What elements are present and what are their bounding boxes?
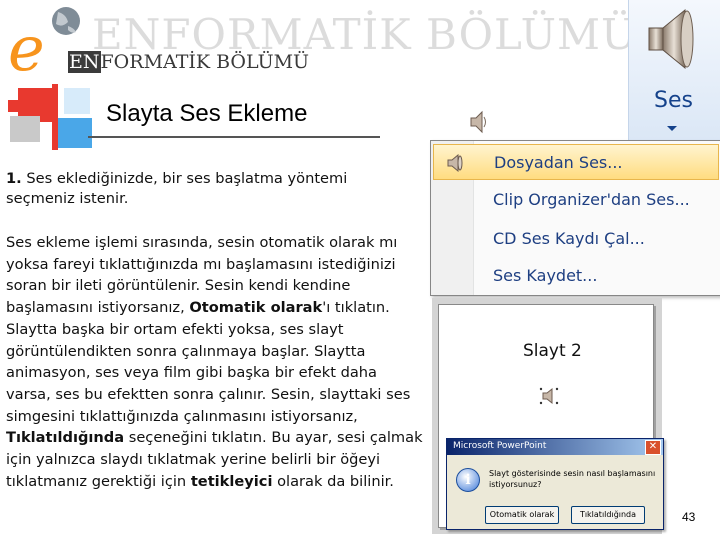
slide-preview-title: Slayt 2 [523, 341, 582, 361]
large-speaker-icon [648, 8, 694, 70]
sound-ribbon-button[interactable] [628, 0, 720, 140]
p1-text: Ses eklediğinizde, bir ses başlatma yönt… [6, 170, 348, 207]
decor-square-red-small [8, 100, 20, 112]
info-icon: i [456, 468, 480, 492]
speaker-icon[interactable] [468, 110, 490, 138]
menu-item-label: Dosyadan Ses... [494, 153, 623, 172]
p2-bold-auto: Otomatik olarak [189, 299, 323, 317]
slide-title: Slayta Ses Ekleme [106, 100, 308, 127]
paragraph-2: Ses ekleme işlemi sırasında, sesin otoma… [6, 232, 424, 492]
dialog-titlebar: Microsoft PowerPoint ✕ [447, 439, 663, 455]
sound-dropdown-menu: Dosyadan Ses... Clip Organizer'dan Ses..… [430, 140, 720, 296]
menu-item-label: CD Ses Kaydı Çal... [493, 229, 645, 248]
slide-speaker-icon[interactable] [539, 387, 559, 405]
dropdown-arrow-icon[interactable] [667, 126, 677, 131]
dept-rest: FORMATİK BÖLÜMÜ [100, 51, 310, 73]
menu-item-label: Ses Kaydet... [493, 266, 598, 285]
menu-item-label: Clip Organizer'dan Ses... [493, 190, 690, 209]
department-name: ENFORMATİK BÖLÜMÜ [68, 51, 309, 73]
powerpoint-dialog: Microsoft PowerPoint ✕ i Slayt gösterisi… [446, 438, 664, 530]
dialog-title: Microsoft PowerPoint [453, 441, 547, 451]
p2-bold-trigger: tetikleyici [190, 472, 273, 490]
menu-item-play-cd[interactable]: CD Ses Kaydı Çal... [433, 221, 719, 257]
auto-button[interactable]: Otomatik olarak [485, 506, 559, 524]
svg-text:e: e [8, 12, 45, 78]
dialog-message: Slayt gösterisinde sesin nasıl başlaması… [489, 469, 656, 489]
close-icon[interactable]: ✕ [645, 440, 661, 455]
ribbon-label: Ses [654, 88, 693, 113]
p2-part-c: 'ı tıklatın. Slaytta başka bir ortam efe… [6, 299, 411, 425]
page-number: 43 [682, 510, 696, 524]
title-underline [88, 136, 380, 138]
menu-item-from-file[interactable]: Dosyadan Ses... [433, 144, 719, 180]
p2-part-g: olarak da bilinir. [272, 472, 394, 490]
on-click-button[interactable]: Tıklatıldığında [571, 506, 645, 524]
decor-square-blue [58, 118, 92, 148]
dept-prefix: EN [68, 51, 101, 73]
decor-bar-red [52, 84, 58, 150]
decor-square-blue-light [64, 88, 90, 114]
speaker-icon [447, 154, 463, 172]
paragraph-1: 1. Ses eklediğinizde, bir ses başlatma y… [6, 169, 416, 209]
menu-item-record-sound[interactable]: Ses Kaydet... [433, 258, 719, 294]
step-number: 1. [6, 170, 22, 187]
menu-item-clip-organizer[interactable]: Clip Organizer'dan Ses... [433, 182, 719, 218]
decor-square-gray [10, 116, 40, 142]
p2-bold-click: Tıklatıldığında [6, 429, 125, 447]
